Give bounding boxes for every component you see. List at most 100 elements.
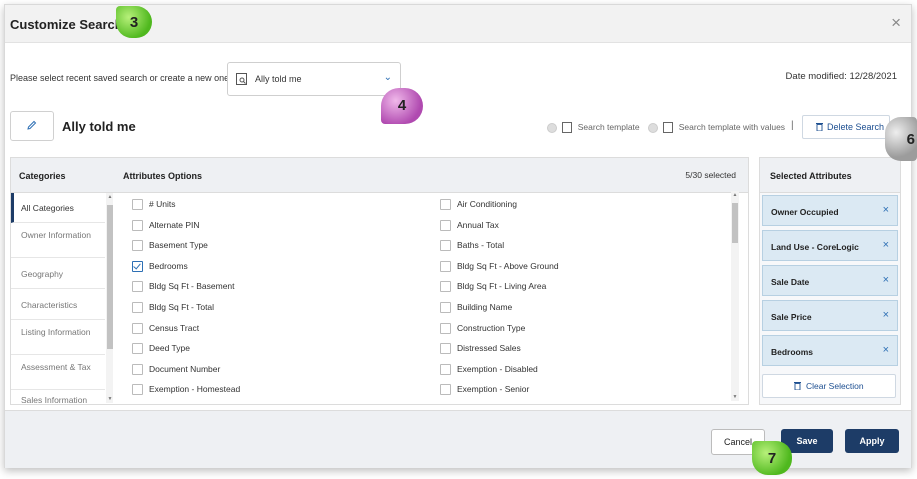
attributes-header: Attributes Options 5/30 selected [113,158,748,193]
edit-name-button[interactable] [10,111,54,141]
checkbox-icon[interactable] [440,363,451,375]
selected-attributes-panel: Selected Attributes Owner Occupied × Land … [759,157,901,405]
category-sales-information[interactable]: Sales Information [11,391,105,404]
radio-search-template[interactable]: Search template [547,122,640,134]
close-icon[interactable]: × [891,13,901,33]
attributes-count: 5/30 selected [685,170,736,180]
checkbox-icon[interactable] [132,302,143,313]
apply-button[interactable]: Apply [845,429,899,453]
categories-title: Categories [19,171,66,181]
checkbox-icon[interactable] [132,343,143,355]
checkbox-icon[interactable] [440,199,451,210]
search-template-icon [562,122,573,134]
checkbox-icon[interactable] [132,322,143,334]
selected-attribute-label: Sale Price [771,312,812,322]
checkbox-icon[interactable] [440,322,451,334]
checkbox-icon[interactable] [132,363,143,375]
selected-attribute-item: Land Use - CoreLogic × [762,230,898,261]
search-template-icon [663,122,674,134]
search-template-icon [236,73,247,85]
selected-header: Selected Attributes [760,158,900,193]
attribute-option-label: Document Number [149,363,221,374]
category-characteristics[interactable]: Characteristics [11,290,105,320]
category-owner-information[interactable]: Owner Information [11,224,105,258]
attribute-option-label: # Units [149,199,176,209]
attribute-option-label: Census Tract [149,322,200,333]
checkbox-icon[interactable] [440,260,451,272]
categories-panel: Categories All Categories Owner Informat… [10,157,115,405]
checkbox-icon[interactable] [132,219,143,231]
dialog-title: Customize Search [10,17,123,32]
checkbox-icon[interactable] [440,240,451,252]
scroll-down-icon[interactable]: ▼ [731,394,739,400]
trash-icon [816,123,823,131]
customize-search-dialog: Customize Search × Please select recent … [4,4,912,468]
date-modified-label: Date modified: [785,71,847,82]
categories-header: Categories [11,158,114,193]
date-modified: Date modified: 12/28/2021 [786,71,897,82]
remove-icon[interactable]: × [883,344,889,356]
attributes-scrollbar[interactable]: ▲ ▼ [731,191,739,401]
category-geography[interactable]: Geography [11,259,105,289]
attribute-option-label: Exemption - Disabled [457,363,538,374]
clear-selection-label: Clear Selection [806,381,864,391]
attribute-option-label: Air Conditioning [457,199,518,209]
checkbox-icon[interactable] [132,199,143,210]
callout-badge-7: 7 [752,441,792,475]
checkbox-icon[interactable] [440,384,451,396]
attribute-option-label: Baths - Total [457,240,505,251]
scroll-thumb[interactable] [732,203,738,243]
attribute-option-label: Construction Type [457,322,526,333]
attribute-option-label: Bldg Sq Ft - Basement [149,281,235,292]
separator: | [791,120,794,131]
category-all[interactable]: All Categories [11,193,105,223]
scroll-up-icon[interactable]: ▲ [731,192,739,198]
selected-attribute-item: Bedrooms × [762,335,898,366]
chevron-down-icon: ⌄ [383,72,392,83]
trash-icon [794,382,801,390]
checkbox-icon[interactable] [440,219,451,231]
attribute-option-label: Alternate PIN [149,219,200,230]
attribute-option-label: Bedrooms [149,260,188,271]
attribute-option-label: Building Name [457,302,513,312]
callout-badge-4: 4 [381,88,423,124]
checkbox-icon[interactable] [132,384,143,396]
radio-search-template-values[interactable]: Search template with values [648,122,786,134]
saved-search-dropdown[interactable]: Ally told me ⌄ [227,62,401,96]
attribute-option-label: Deed Type [149,343,190,354]
selected-attribute-label: Owner Occupied [771,207,839,217]
selected-title: Selected Attributes [770,171,852,181]
callout-badge-3: 3 [116,6,152,38]
remove-icon[interactable]: × [883,274,889,286]
clear-selection-button[interactable]: Clear Selection [762,374,896,398]
radio-icon [547,122,557,133]
attribute-option-label: Distressed Sales [457,343,521,354]
checkbox-checked-icon[interactable] [132,260,143,272]
remove-icon[interactable]: × [883,239,889,251]
radio-search-template-values-label: Search template with values [678,122,786,132]
saved-search-prompt: Please select recent saved search or cre… [10,73,232,83]
pencil-icon [27,120,37,130]
apply-label: Apply [859,436,885,446]
checkbox-icon[interactable] [440,302,451,313]
checkbox-icon[interactable] [440,281,451,293]
attribute-option-label: Exemption - Senior [457,384,530,395]
delete-search-button[interactable]: Delete Search [802,115,890,139]
category-assessment-tax[interactable]: Assessment & Tax [11,356,105,390]
search-name: Ally told me [62,119,136,134]
callout-badge-6: 6 [885,117,917,161]
checkbox-icon[interactable] [440,343,451,355]
attribute-option-label: Bldg Sq Ft - Total [149,302,215,312]
attributes-title: Attributes Options [123,171,202,181]
category-listing-information[interactable]: Listing Information [11,321,105,355]
selected-attribute-item: Sale Date × [762,265,898,296]
radio-search-template-label: Search template [577,122,640,132]
save-label: Save [796,436,818,446]
delete-search-label: Delete Search [827,122,885,132]
remove-icon[interactable]: × [883,309,889,321]
checkbox-icon[interactable] [132,240,143,252]
checkbox-icon[interactable] [132,281,143,293]
attribute-option-label: Exemption - Homestead [149,384,241,395]
date-modified-value: 12/28/2021 [849,71,897,82]
remove-icon[interactable]: × [883,204,889,216]
